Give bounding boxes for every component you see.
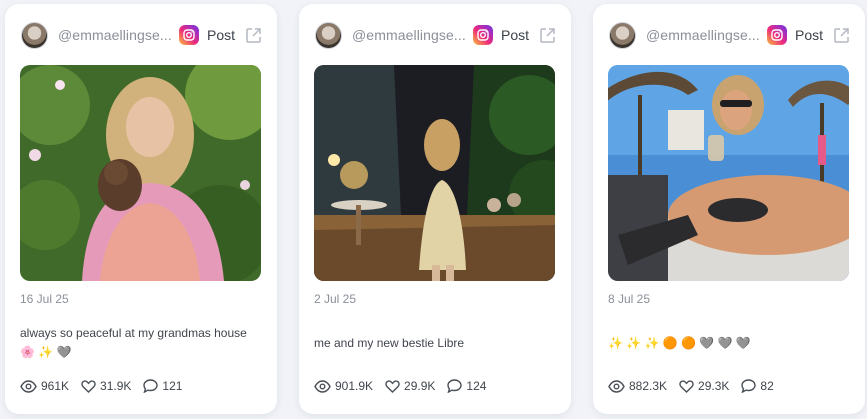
post-type-label: Post [501, 27, 530, 43]
instagram-icon [473, 25, 493, 45]
instagram-icon [767, 25, 787, 45]
views-count: 961K [41, 379, 70, 393]
likes-count: 29.9K [404, 379, 436, 393]
post-image[interactable] [20, 65, 261, 281]
heart-icon [385, 379, 400, 393]
card-header: @emmaellingse... Post [315, 20, 557, 50]
post-date: 16 Jul 25 [20, 292, 69, 306]
eye-icon [608, 379, 625, 393]
post-date: 8 Jul 25 [608, 292, 651, 306]
card-header: @emmaellingse... Post [609, 20, 851, 50]
post-date: 2 Jul 25 [314, 292, 357, 306]
eye-icon [20, 379, 37, 393]
eye-icon [314, 379, 331, 393]
card-header: @emmaellingse... Post [21, 20, 263, 50]
likes-count: 29.3K [698, 379, 730, 393]
views-stat: 882.3K [608, 379, 667, 393]
comments-stat: 124 [447, 379, 486, 393]
post-image[interactable] [608, 65, 849, 281]
external-link-icon[interactable] [243, 25, 263, 45]
post-stats: 901.9K 29.9K 124 [314, 379, 498, 393]
likes-count: 31.9K [100, 379, 132, 393]
post-caption: always so peaceful at my grandmas house … [20, 326, 247, 359]
post-image[interactable] [314, 65, 555, 281]
post-card[interactable]: @emmaellingse... Post [299, 4, 571, 414]
external-link-icon[interactable] [537, 25, 557, 45]
likes-stat: 29.3K [679, 379, 729, 393]
comments-stat: 121 [143, 379, 182, 393]
views-count: 901.9K [335, 379, 374, 393]
avatar[interactable] [21, 21, 48, 49]
post-type-label: Post [207, 27, 236, 43]
comments-count: 121 [162, 379, 183, 393]
comments-count: 82 [760, 379, 774, 393]
avatar[interactable] [315, 21, 342, 49]
avatar[interactable] [609, 21, 636, 49]
external-link-icon[interactable] [831, 25, 851, 45]
heart-icon [81, 379, 96, 393]
post-caption: me and my new bestie Libre [314, 336, 465, 350]
comment-icon [143, 379, 159, 393]
account-handle[interactable]: @emmaellingse... [646, 27, 761, 43]
comments-stat: 82 [741, 379, 774, 393]
post-type-label: Post [795, 27, 824, 43]
likes-stat: 29.9K [385, 379, 435, 393]
post-card[interactable]: @emmaellingse... Post 16 Jul 25 always s… [5, 4, 277, 414]
instagram-icon [179, 25, 199, 45]
account-handle[interactable]: @emmaellingse... [58, 27, 173, 43]
post-caption: ✨ ✨ ✨ 🟠 🟠 🩶 🩶 🩶 [608, 336, 751, 350]
views-stat: 901.9K [314, 379, 373, 393]
post-stats: 961K 31.9K 121 [20, 379, 194, 393]
comments-count: 124 [466, 379, 487, 393]
views-stat: 961K [20, 379, 69, 393]
post-stats: 882.3K 29.3K 82 [608, 379, 786, 393]
likes-stat: 31.9K [81, 379, 131, 393]
heart-icon [679, 379, 694, 393]
comment-icon [741, 379, 757, 393]
views-count: 882.3K [629, 379, 668, 393]
comment-icon [447, 379, 463, 393]
post-card[interactable]: @emmaellingse... Post [593, 4, 865, 414]
account-handle[interactable]: @emmaellingse... [352, 27, 467, 43]
